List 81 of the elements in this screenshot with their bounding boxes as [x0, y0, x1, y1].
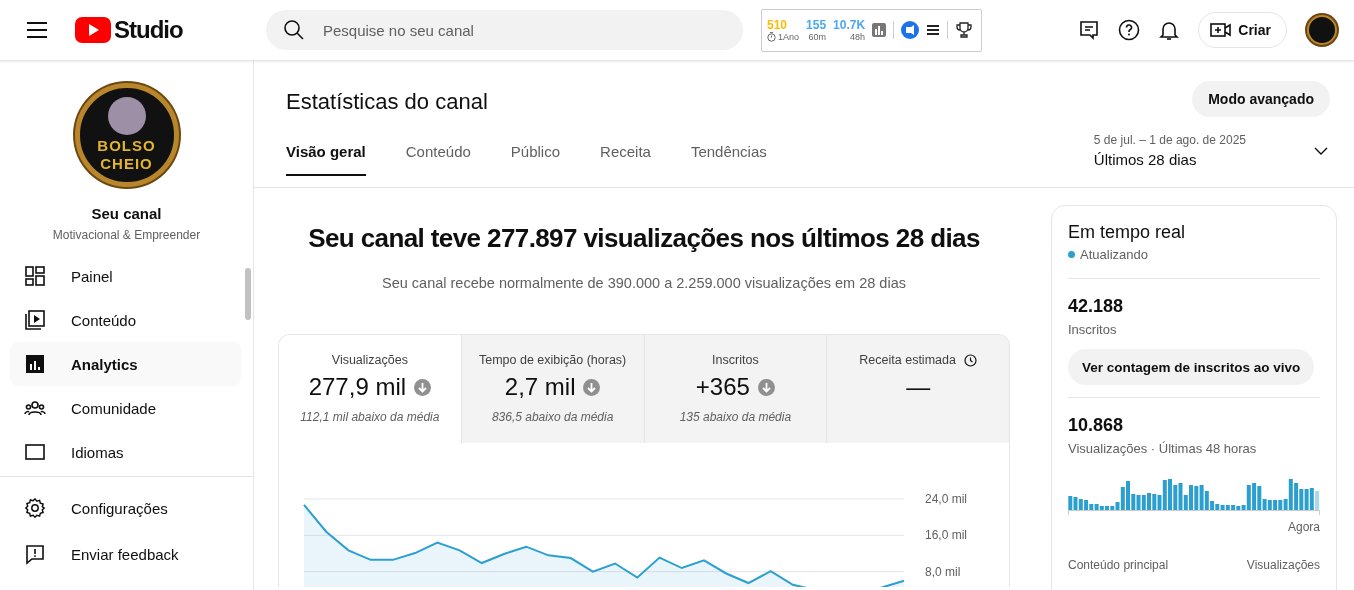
- video-add-icon: [1210, 21, 1233, 39]
- settings-icon: [24, 497, 46, 519]
- dashboard-grid-icon: [24, 265, 46, 287]
- create-button[interactable]: Criar: [1198, 12, 1287, 48]
- tab[interactable]: Receita: [600, 143, 651, 176]
- sidebar-item[interactable]: Configurações: [10, 485, 241, 531]
- feedback-icon: [24, 543, 46, 565]
- view-count: 10.868: [1068, 415, 1125, 436]
- subheadline: Seu canal recebe normalmente de 390.000 a 2.259.000 visualizações em 28 dias: [382, 275, 906, 291]
- clock-icon: [963, 353, 977, 367]
- metric-note: 836,5 abaixo da média: [491, 410, 614, 424]
- column-header: Conteúdo principal: [1068, 558, 1169, 572]
- advanced-mode-button[interactable]: Modo avançado: [1192, 81, 1330, 117]
- logo-text[interactable]: Studio: [114, 16, 183, 44]
- column-header: Visualizações: [1246, 558, 1320, 572]
- page-title: Estatísticas do canal: [286, 89, 489, 115]
- sidebar-item[interactable]: Conteúdo: [10, 298, 241, 342]
- avatar-logo-text: BOLSO CHEIO: [96, 137, 157, 173]
- tab[interactable]: Tendências: [690, 143, 767, 176]
- metric-value: +365: [695, 373, 750, 401]
- search-field[interactable]: Pesquise no seu canal: [266, 10, 743, 50]
- status-dot: [1068, 251, 1075, 258]
- date-range-dropdown[interactable]: 5 de jul. – 1 de ago. de 2025 Últimos 28 dias: [1093, 133, 1328, 168]
- axis-tick-label: 8,0 mil: [925, 564, 961, 579]
- metric-label: Visualizações: [331, 353, 408, 367]
- play-stack-icon: [24, 309, 46, 331]
- sidebar-item[interactable]: Comunidade: [10, 386, 241, 430]
- help-icon[interactable]: [1118, 19, 1141, 41]
- search-icon: [283, 19, 305, 41]
- photo-placeholder: [107, 97, 146, 135]
- metric-note: 112,1 mil abaixo da média: [300, 410, 440, 424]
- sidebar-item[interactable]: Painel: [10, 254, 241, 298]
- axis-tick-label: 24,0 mil: [925, 492, 968, 506]
- metric-tab[interactable]: Tempo de exibição (horas) 2,7 mil 836,5 abaixo da média: [460, 335, 644, 443]
- metric-value: —: [906, 373, 931, 401]
- metric-tab[interactable]: Receita estimada —: [826, 335, 1009, 443]
- metric-label: Receita estimada: [859, 353, 956, 367]
- axis-tick-label: 16,0 mil: [925, 528, 968, 543]
- metric-label: Tempo de exibição (horas): [478, 353, 627, 367]
- stat-caption: 48h: [850, 31, 866, 43]
- metric-tab[interactable]: Inscritos +365 135 abaixo da média: [643, 335, 827, 443]
- sidebar-item[interactable]: Idiomas: [10, 430, 241, 474]
- sidebar-item[interactable]: Analytics: [10, 342, 241, 386]
- stat-caption: 1Ano: [778, 31, 800, 43]
- subtitles-icon: [24, 441, 46, 463]
- date-range-label: Últimos 28 dias: [1093, 151, 1198, 168]
- card-title: Em tempo real: [1068, 222, 1187, 243]
- trophy-icon[interactable]: [955, 21, 974, 39]
- axis-label: Agora: [1286, 520, 1320, 534]
- stat-value: 10.7K: [833, 17, 866, 32]
- status-text: Atualizando: [1080, 247, 1148, 262]
- metric-value: 2,7 mil: [504, 373, 576, 401]
- view-label: Visualizações · Últimas 48 horas: [1068, 441, 1258, 456]
- headline: Seu canal teve 277.897 visualizações nos últimos 28 dias: [308, 223, 980, 254]
- bar-chart-icon[interactable]: [872, 23, 887, 37]
- stat-value: 155: [806, 17, 827, 32]
- channel-avatar[interactable]: [1307, 15, 1337, 45]
- menu-icon[interactable]: [926, 24, 941, 36]
- stat-value: 510: [767, 17, 788, 32]
- megaphone-icon[interactable]: [901, 21, 920, 39]
- notification-bell-icon[interactable]: [1158, 19, 1181, 41]
- tab[interactable]: Público: [510, 143, 561, 176]
- subscriber-label: Inscritos: [1068, 322, 1118, 337]
- metric-note: 135 abaixo da média: [679, 410, 792, 424]
- chevron-down-icon: [1314, 146, 1328, 155]
- date-range-text: 5 de jul. – 1 de ago. de 2025: [1093, 133, 1246, 147]
- message-icon[interactable]: [1078, 19, 1101, 41]
- bar-chart-icon: [24, 353, 46, 375]
- metric-label: Inscritos: [712, 353, 759, 367]
- channel-description: Motivacional & Empreender: [52, 228, 201, 242]
- timer-icon: [767, 32, 776, 42]
- tab[interactable]: Visão geral: [286, 143, 366, 176]
- subscriber-count: 42.188: [1068, 296, 1125, 317]
- play-logo-icon[interactable]: [75, 17, 111, 43]
- sidebar-item[interactable]: Enviar feedback: [10, 531, 241, 577]
- metric-value: 277,9 mil: [308, 373, 407, 401]
- tab[interactable]: Conteúdo: [405, 143, 471, 176]
- stat-caption: 60m: [808, 31, 827, 43]
- channel-name[interactable]: Seu canal: [91, 205, 162, 222]
- menu-icon[interactable]: [26, 21, 48, 39]
- live-count-button[interactable]: Ver contagem de inscritos ao vivo: [1068, 349, 1315, 385]
